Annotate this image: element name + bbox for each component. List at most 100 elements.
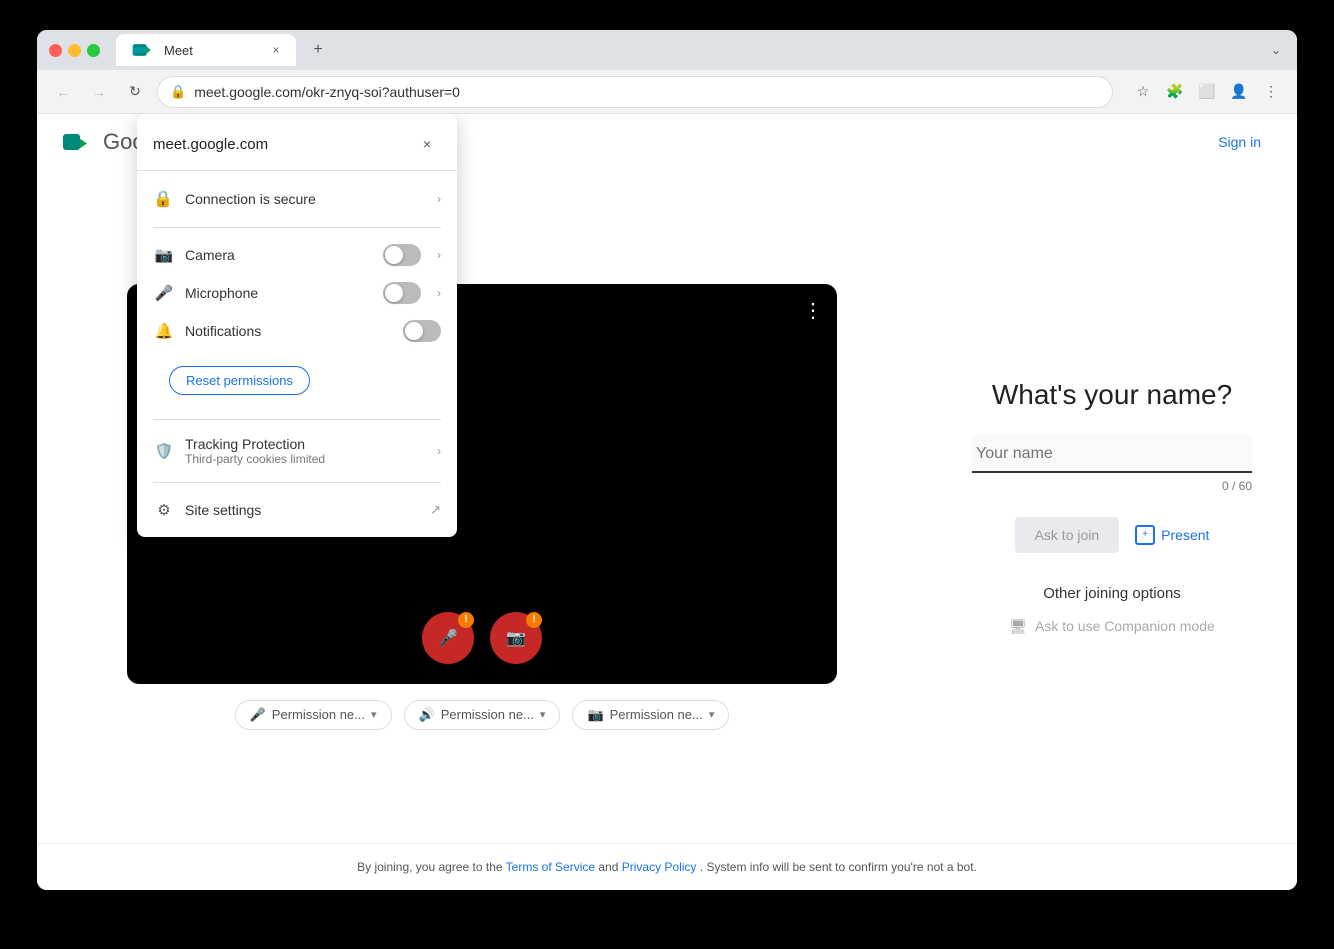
reset-permissions-button[interactable]: Reset permissions (169, 366, 310, 395)
title-bar: Meet × + ⌄ (37, 30, 1297, 70)
site-settings-external-icon: ↗ (430, 502, 441, 518)
profile-button[interactable]: 👤 (1225, 78, 1253, 106)
popup-divider-top (137, 170, 457, 171)
mic-toggle[interactable] (383, 282, 421, 304)
footer-text: By joining, you agree to the (357, 860, 502, 874)
name-input[interactable] (972, 435, 1252, 471)
google-meet-logo-icon (57, 124, 93, 160)
traffic-lights (49, 44, 100, 57)
notif-row-icon: 🔔 (153, 322, 175, 340)
name-input-wrap (972, 435, 1252, 473)
tracking-title: Tracking Protection (185, 436, 427, 452)
meet-footer: By joining, you agree to the Terms of Se… (37, 843, 1297, 890)
meet-logo: Goo (57, 124, 145, 160)
camera-off-button[interactable]: 📷 ! (490, 612, 542, 664)
video-options-button[interactable]: ⋮ (799, 294, 827, 327)
mic-permission-bar[interactable]: 🎤 Permission ne... ▾ (235, 700, 392, 730)
mute-warning-badge: ! (458, 612, 474, 628)
and-text: and (598, 860, 618, 874)
mute-button[interactable]: 🎤 ! (422, 612, 474, 664)
right-panel: What's your name? 0 / 60 Ask to join + P… (927, 170, 1297, 843)
tracking-icon: 🛡️ (153, 442, 175, 460)
tracking-subtitle: Third-party cookies limited (185, 452, 427, 466)
connection-secure-row[interactable]: 🔒 Connection is secure › (137, 179, 457, 219)
present-label: Present (1161, 527, 1209, 543)
camera-warning-badge: ! (526, 612, 542, 628)
more-menu-button[interactable]: ⋮ (1257, 78, 1285, 106)
companion-mode-button[interactable]: 🖥 Ask to use Companion mode (1009, 618, 1215, 635)
site-settings-row[interactable]: ⚙ Site settings ↗ (137, 491, 457, 529)
address-bar[interactable]: 🔒 meet.google.com/okr-znyq-soi?authuser=… (157, 76, 1113, 108)
close-traffic-light[interactable] (49, 44, 62, 57)
extensions-button[interactable]: 🧩 (1161, 78, 1189, 106)
camera-row-label: Camera (185, 247, 373, 263)
microphone-permission-row: 🎤 Microphone › (137, 274, 457, 312)
camera-permission-bar[interactable]: 📷 Permission ne... ▾ (572, 700, 729, 730)
reset-permissions-wrap: Reset permissions (137, 350, 457, 411)
companion-icon: 🖥 (1009, 618, 1027, 635)
notif-row-label: Notifications (185, 323, 393, 339)
camera-perm-icon: 📷 (587, 707, 603, 723)
char-count: 0 / 60 (972, 479, 1252, 493)
tab-close-button[interactable]: × (268, 42, 284, 58)
split-view-button[interactable]: ⬜ (1193, 78, 1221, 106)
video-controls: 🎤 ! 📷 ! (422, 612, 542, 664)
nav-bar: ← → ↻ 🔒 meet.google.com/okr-znyq-soi?aut… (37, 70, 1297, 114)
tracking-content: Tracking Protection Third-party cookies … (185, 436, 427, 466)
camera-row-chevron-icon: › (437, 248, 441, 262)
popup-close-button[interactable]: × (413, 130, 441, 158)
new-tab-button[interactable]: + (304, 36, 332, 64)
connection-secure-label: Connection is secure (185, 191, 425, 207)
camera-row-icon: 📷 (153, 246, 175, 264)
mute-icon: 🎤 (438, 628, 458, 648)
mic-perm-label: Permission ne... (272, 707, 365, 722)
page-content: Goo Sign in ⋮ 🎤 ! (37, 114, 1297, 890)
popup-domain: meet.google.com (153, 136, 268, 153)
sign-in-button[interactable]: Sign in (1202, 126, 1277, 158)
site-info-popup: meet.google.com × 🔒 Connection is secure… (137, 114, 457, 537)
privacy-link[interactable]: Privacy Policy (622, 860, 697, 874)
site-settings-gear-icon: ⚙ (153, 501, 175, 519)
tab-label: Meet (164, 43, 193, 58)
title-bar-end: ⌄ (1267, 39, 1285, 61)
bookmark-button[interactable]: ☆ (1129, 78, 1157, 106)
notif-toggle[interactable] (403, 320, 441, 342)
speaker-perm-label: Permission ne... (441, 707, 534, 722)
minimize-traffic-light[interactable] (68, 44, 81, 57)
popup-divider-1 (153, 227, 441, 228)
popup-header: meet.google.com × (137, 130, 457, 170)
present-button[interactable]: + Present (1135, 525, 1209, 545)
tracking-protection-row[interactable]: 🛡️ Tracking Protection Third-party cooki… (137, 428, 457, 474)
mic-row-chevron-icon: › (437, 286, 441, 300)
reload-button[interactable]: ↻ (121, 78, 149, 106)
companion-label: Ask to use Companion mode (1035, 618, 1215, 634)
permission-bars: 🎤 Permission ne... ▾ 🔊 Permission ne... … (235, 700, 730, 730)
maximize-traffic-light[interactable] (87, 44, 100, 57)
mic-perm-icon: 🎤 (250, 707, 266, 723)
other-options-title: Other joining options (1043, 585, 1181, 602)
camera-perm-label: Permission ne... (610, 707, 703, 722)
connection-chevron-icon: › (437, 192, 441, 206)
browser-tab[interactable]: Meet × (116, 34, 296, 66)
mic-row-icon: 🎤 (153, 284, 175, 302)
terms-link[interactable]: Terms of Service (506, 860, 595, 874)
popup-divider-3 (153, 482, 441, 483)
forward-button[interactable]: → (85, 78, 113, 106)
footer-end-text: . System info will be sent to confirm yo… (700, 860, 977, 874)
speaker-perm-icon: 🔊 (419, 707, 435, 723)
address-bar-text: meet.google.com/okr-znyq-soi?authuser=0 (194, 84, 1100, 100)
back-button[interactable]: ← (49, 78, 77, 106)
window-menu-button[interactable]: ⌄ (1267, 39, 1285, 61)
camera-toggle[interactable] (383, 244, 421, 266)
camera-permission-row: 📷 Camera › (137, 236, 457, 274)
mic-row-label: Microphone (185, 285, 373, 301)
lock-icon: 🔒 (153, 189, 173, 209)
speaker-permission-bar[interactable]: 🔊 Permission ne... ▾ (404, 700, 561, 730)
popup-divider-2 (153, 419, 441, 420)
tab-favicon (128, 36, 156, 64)
ask-to-join-button[interactable]: Ask to join (1015, 517, 1120, 553)
speaker-perm-chevron: ▾ (540, 708, 546, 721)
camera-off-icon: 📷 (506, 628, 526, 648)
browser-window: Meet × + ⌄ ← → ↻ 🔒 meet.google.com/okr-z… (37, 30, 1297, 890)
nav-actions: ☆ 🧩 ⬜ 👤 ⋮ (1129, 78, 1285, 106)
